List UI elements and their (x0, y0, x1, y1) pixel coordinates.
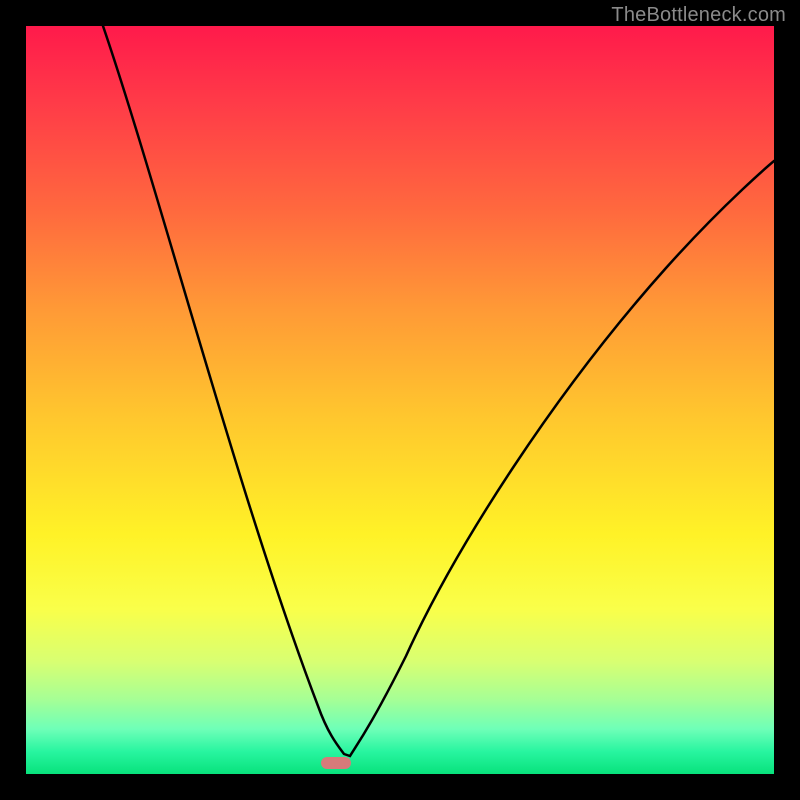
optimal-marker (321, 757, 351, 769)
watermark-text: TheBottleneck.com (611, 4, 786, 27)
bottleneck-curve (26, 26, 774, 774)
plot-area (26, 26, 774, 774)
curve-path (103, 26, 774, 756)
chart-frame: TheBottleneck.com (0, 0, 800, 800)
